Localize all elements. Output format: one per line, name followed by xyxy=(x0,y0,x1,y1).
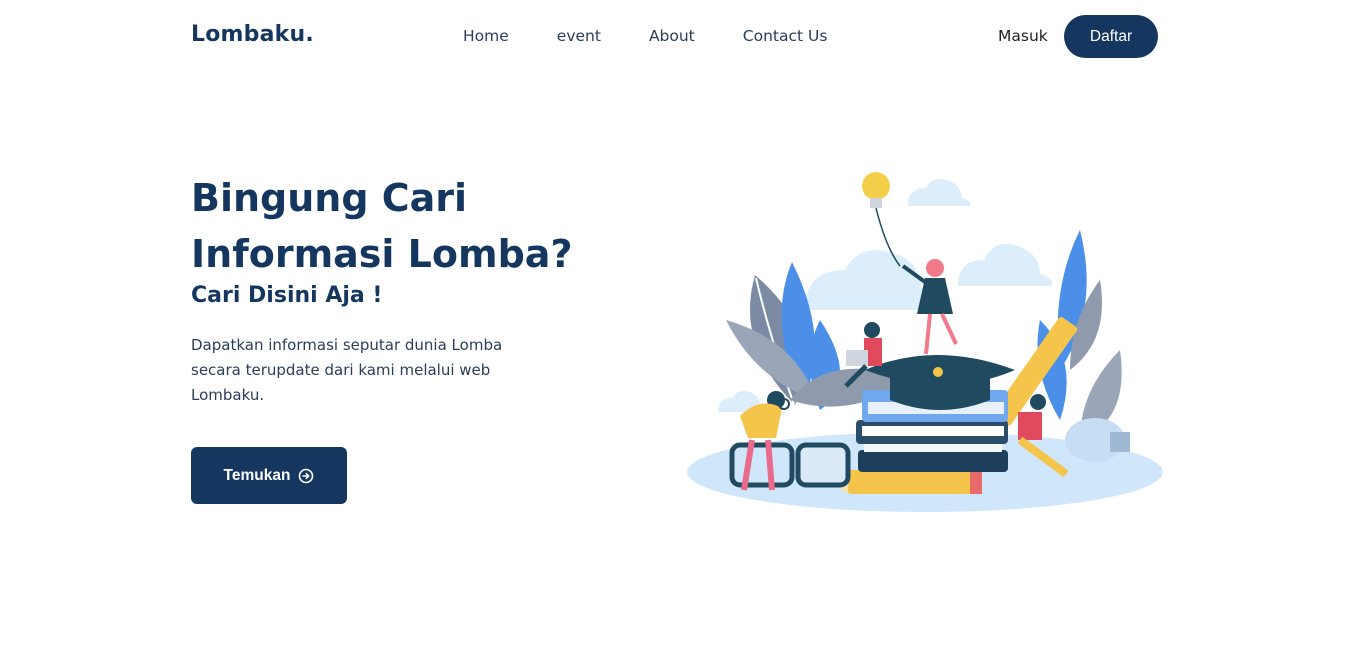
hero-subtitle: Cari Disini Aja ! xyxy=(191,283,383,308)
login-link[interactable]: Masuk xyxy=(998,27,1048,45)
hero-description: Dapatkan informasi seputar dunia Lomba s… xyxy=(191,336,503,404)
hero-title-line-1: Bingung Cari xyxy=(191,176,468,220)
hero-illustration xyxy=(680,150,1170,530)
nav-link-event[interactable]: event xyxy=(557,27,601,45)
arrow-circle-right-icon xyxy=(298,468,314,484)
nav-link-contact-us[interactable]: Contact Us xyxy=(743,27,828,45)
hero-title-line-2: Informasi Lomba? xyxy=(191,232,573,276)
signup-button[interactable]: Daftar xyxy=(1064,15,1158,58)
nav-link-about[interactable]: About xyxy=(649,27,695,45)
nav-links: Home event About Contact Us xyxy=(463,27,827,45)
find-button[interactable]: Temukan xyxy=(191,447,347,504)
find-button-label: Temukan xyxy=(223,466,291,484)
lightbulb-icon xyxy=(862,172,890,200)
brand-logo[interactable]: Lombaku. xyxy=(191,22,314,47)
navbar: Lombaku. Home event About Contact Us Mas… xyxy=(0,0,1347,74)
hero-title: Bingung Cari Informasi Lomba? xyxy=(191,170,611,282)
nav-link-home[interactable]: Home xyxy=(463,27,509,45)
